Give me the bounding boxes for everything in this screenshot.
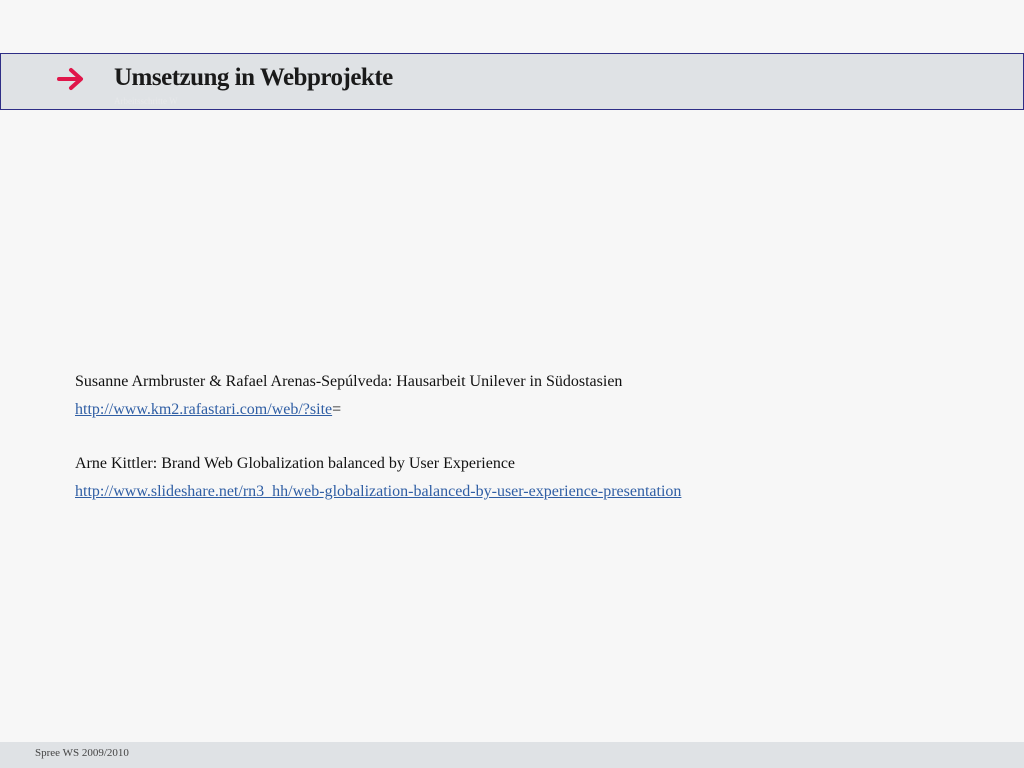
slide: Umsetzung in Webprojekte Arbeitsschritte… bbox=[0, 0, 1024, 768]
reference-link-line: http://www.km2.rafastari.com/web/?site= bbox=[75, 396, 681, 424]
reference-citation: Susanne Armbruster & Rafael Arenas-Sepúl… bbox=[75, 373, 623, 390]
footer-text: Spree WS 2009/2010 bbox=[35, 747, 129, 759]
footer-bar: Spree WS 2009/2010 bbox=[0, 742, 1024, 768]
reference-item: Arne Kittler: Brand Web Globalization ba… bbox=[75, 450, 681, 506]
reference-citation: Arne Kittler: Brand Web Globalization ba… bbox=[75, 455, 516, 472]
reference-link-line: http://www.slideshare.net/rn3_hh/web-glo… bbox=[75, 478, 681, 506]
reference-item: Susanne Armbruster & Rafael Arenas-Sepúl… bbox=[75, 368, 681, 424]
page-subtitle: Arbeitsschritte W bbox=[114, 96, 178, 106]
reference-list: Susanne Armbruster & Rafael Arenas-Sepúl… bbox=[75, 368, 681, 532]
reference-link[interactable]: http://www.slideshare.net/rn3_hh/web-glo… bbox=[75, 483, 681, 500]
reference-link[interactable]: http://www.km2.rafastari.com/web/?site bbox=[75, 401, 332, 418]
reference-link-suffix: = bbox=[332, 401, 342, 418]
page-title: Umsetzung in Webprojekte bbox=[114, 64, 393, 91]
arrow-right-icon bbox=[57, 64, 87, 94]
header-bar: Umsetzung in Webprojekte Arbeitsschritte… bbox=[0, 53, 1024, 110]
